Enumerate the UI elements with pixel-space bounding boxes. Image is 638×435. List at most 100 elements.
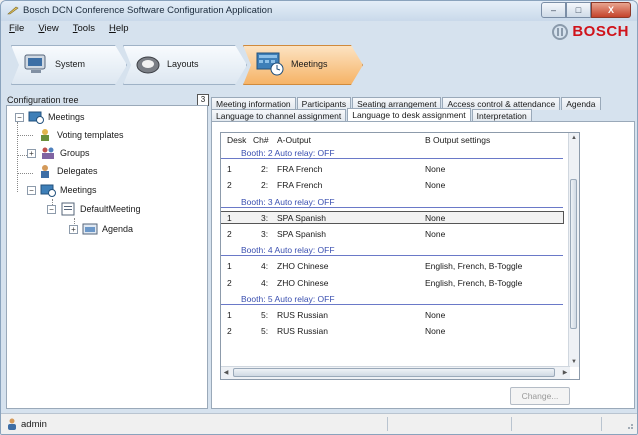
voting-icon — [41, 129, 49, 141]
collapse-icon[interactable]: − — [15, 112, 24, 122]
tree-node-label: Voting templates — [57, 130, 124, 140]
tree-node-label: Meetings — [48, 112, 85, 122]
cell-channel: 4: — [261, 277, 269, 288]
nav-step-meetings[interactable]: Meetings — [243, 45, 363, 83]
menu-help[interactable]: Help — [109, 23, 129, 37]
nav-step-meetings-label: Meetings — [291, 59, 328, 69]
tree-node-label: Agenda — [102, 224, 134, 234]
table-row[interactable]: 2 3: SPA Spanish None — [221, 228, 563, 239]
scroll-right-icon[interactable]: ▶ — [560, 367, 570, 379]
booth-group-label: Booth: 3 Auto relay: OFF — [241, 196, 335, 207]
cell-b-output: None — [425, 310, 446, 320]
cell-channel: 3: — [261, 212, 269, 223]
tree-node-voting-templates[interactable]: Voting templates — [37, 128, 124, 142]
expand-icon[interactable]: + — [27, 148, 36, 158]
cell-b-output: None — [425, 326, 446, 337]
cell-desk: 2 — [227, 326, 232, 337]
menu-tools[interactable]: Tools — [73, 23, 95, 37]
nav-step-layouts-label: Layouts — [167, 59, 199, 69]
collapse-icon[interactable]: − — [27, 185, 36, 195]
change-button[interactable]: Change... — [510, 387, 570, 405]
cell-channel: 5: — [261, 326, 269, 337]
cell-channel: 3: — [261, 229, 269, 239]
tab-agenda[interactable]: Agenda — [561, 97, 601, 110]
booth-group-header[interactable]: Booth: 3 Auto relay: OFF — [221, 196, 563, 208]
groups-icon — [42, 147, 54, 159]
cell-desk: 1 — [227, 164, 232, 175]
maximize-button[interactable]: □ — [566, 2, 591, 18]
booth-group-label: Booth: 2 Auto relay: OFF — [241, 148, 335, 158]
cell-b-output: English, French, B-Toggle — [425, 261, 523, 272]
tree-node-label: DefaultMeeting — [80, 204, 141, 214]
scroll-up-icon[interactable]: ▲ — [569, 133, 579, 143]
tree-node-meetings[interactable]: − Meetings — [27, 183, 97, 197]
cell-a-output: FRA French — [277, 164, 323, 175]
table-row[interactable]: 2 2: FRA French None — [221, 179, 563, 190]
column-header-b-output[interactable]: B Output settings — [425, 135, 490, 145]
booth-group-header[interactable]: Booth: 4 Auto relay: OFF — [221, 244, 563, 257]
tree-node-agenda[interactable]: + Agenda — [69, 222, 133, 236]
layouts-icon — [136, 56, 160, 74]
tree-node-groups[interactable]: + Groups — [27, 146, 90, 160]
scroll-thumb[interactable] — [570, 179, 577, 329]
meetings-tree-icon — [28, 111, 44, 124]
scroll-left-icon[interactable]: ◀ — [221, 367, 231, 379]
horizontal-scrollbar[interactable]: ◀ ▶ — [221, 366, 570, 379]
cell-b-output: None — [425, 229, 446, 239]
cell-channel: 5: — [261, 310, 269, 320]
booth-group-header[interactable]: Booth: 2 Auto relay: OFF — [221, 147, 563, 159]
nav-step-system[interactable]: System — [11, 45, 127, 83]
menu-view[interactable]: View — [38, 23, 58, 37]
workflow-navigation: System Layouts Meetings — [11, 45, 631, 85]
agenda-icon — [82, 223, 98, 235]
cell-b-output: None — [425, 212, 446, 223]
meetings-tree-icon — [40, 184, 56, 197]
collapse-icon[interactable]: − — [47, 204, 56, 214]
status-bar: admin — [1, 413, 637, 434]
column-header-desk[interactable]: Desk — [227, 135, 246, 145]
cell-desk: 1 — [227, 310, 232, 320]
desk-assignment-grid[interactable]: Desk Ch# A-Output B Output settings Boot… — [220, 132, 580, 380]
system-icon — [24, 54, 46, 73]
user-name: admin — [21, 418, 47, 430]
column-header-a-output[interactable]: A-Output — [277, 135, 311, 145]
tree-node-default-meeting[interactable]: − DefaultMeeting — [47, 202, 141, 216]
cell-channel: 2: — [261, 180, 269, 191]
app-pen-icon — [7, 6, 19, 15]
tree-node-label: Meetings — [60, 185, 97, 195]
close-button[interactable]: X — [591, 2, 631, 18]
nav-step-layouts[interactable]: Layouts — [123, 45, 247, 83]
table-row[interactable]: 2 4: ZHO Chinese English, French, B-Toggle — [221, 277, 563, 288]
table-row[interactable]: 1 3: SPA Spanish None — [221, 210, 564, 224]
bosch-armature-icon — [552, 23, 569, 40]
cell-channel: 2: — [261, 164, 269, 175]
booth-group-label: Booth: 5 Auto relay: OFF — [241, 293, 335, 304]
tree-node-label: Groups — [60, 148, 90, 158]
tree-node-meetings-root[interactable]: − Meetings — [15, 110, 85, 124]
scroll-thumb[interactable] — [233, 368, 555, 377]
title-bar[interactable]: Bosch DCN Conference Software Configurat… — [1, 1, 637, 21]
cell-desk: 2 — [227, 277, 232, 288]
tree-node-delegates[interactable]: Delegates — [37, 164, 98, 178]
table-row[interactable]: 1 2: FRA French None — [221, 163, 563, 174]
app-window: Bosch DCN Conference Software Configurat… — [0, 0, 638, 435]
delegates-icon — [41, 165, 49, 178]
current-user: admin — [7, 418, 47, 430]
menu-bar: File View Tools Help — [1, 23, 637, 37]
minimize-button[interactable]: – — [541, 2, 566, 18]
brand-name: BOSCH — [572, 23, 629, 40]
scroll-down-icon[interactable]: ▼ — [569, 357, 579, 367]
cell-desk: 2 — [227, 180, 232, 191]
menu-file[interactable]: File — [9, 23, 24, 37]
booth-group-header[interactable]: Booth: 5 Auto relay: OFF — [221, 293, 563, 305]
expand-icon[interactable]: + — [69, 224, 78, 234]
table-row[interactable]: 2 5: RUS Russian None — [221, 325, 563, 336]
cell-a-output: SPA Spanish — [277, 212, 326, 223]
vertical-scrollbar[interactable]: ▲ ▼ — [568, 133, 579, 367]
table-row[interactable]: 1 5: RUS Russian None — [221, 309, 563, 320]
cell-a-output: FRA French — [277, 180, 323, 191]
table-row[interactable]: 1 4: ZHO Chinese English, French, B-Toggle — [221, 260, 563, 271]
resize-grip-icon[interactable] — [624, 420, 634, 430]
meetings-icon — [256, 52, 284, 76]
column-header-channel[interactable]: Ch# — [253, 135, 269, 145]
